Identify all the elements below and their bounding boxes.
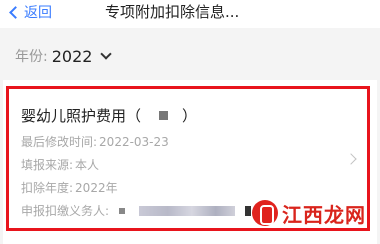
back-label[interactable]: 返回: [24, 2, 52, 22]
year-filter-label: 年份:: [15, 49, 48, 65]
watermark: 江西龙网: [252, 198, 368, 228]
watermark-text: 江西龙网: [282, 202, 366, 227]
source-value: 本人: [75, 158, 100, 172]
chevron-down-icon[interactable]: [100, 48, 113, 60]
modified-time-row: 最后修改时间: 2022-03-23: [21, 133, 169, 150]
record-title-close: ）: [182, 107, 198, 125]
watermark-logo-icon: [252, 200, 278, 226]
redacted-withholder-mark-end: [245, 205, 252, 216]
redacted-name: [159, 111, 169, 120]
redacted-withholder-mark: [119, 207, 126, 214]
back-button[interactable]: 返回: [8, 1, 52, 23]
nav-bar: 返回 专项附加扣除信息...: [0, 0, 380, 28]
record-title-text: 婴幼儿照护费用（: [21, 107, 142, 125]
redacted-withholder-name: [139, 205, 236, 216]
source-label: 填报来源:: [21, 158, 74, 172]
year-filter-value[interactable]: 2022: [52, 47, 93, 66]
modified-time-label: 最后修改时间:: [21, 135, 98, 149]
page-title: 专项附加扣除信息...: [105, 3, 240, 21]
record-title: 婴幼儿照护费用（ ）: [21, 105, 197, 126]
withholder-label: 申报扣缴义务人:: [21, 204, 110, 218]
chevron-right-icon[interactable]: [345, 153, 357, 165]
deduct-year-row: 扣除年度: 2022年: [21, 179, 118, 196]
withholder-row: 申报扣缴义务人:: [21, 202, 252, 219]
tax-deduction-screen: 返回 专项附加扣除信息... 年份: 2022 婴幼儿照护费用（ ） 最后修改时…: [0, 0, 380, 244]
chevron-left-icon[interactable]: [9, 5, 22, 19]
source-row: 填报来源: 本人: [21, 156, 99, 173]
modified-time-value: 2022-03-23: [99, 134, 169, 149]
deduct-year-value: 2022年: [75, 181, 118, 195]
year-filter[interactable]: 年份: 2022: [0, 38, 380, 74]
deduct-year-label: 扣除年度:: [21, 181, 74, 195]
